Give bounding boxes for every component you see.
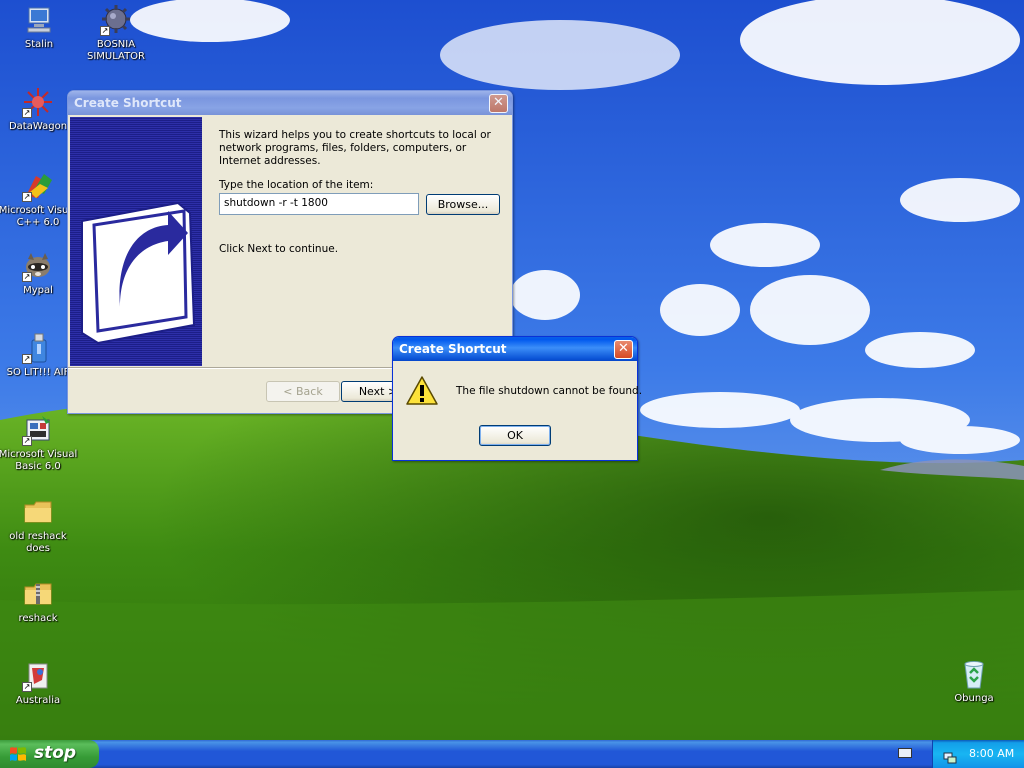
shortcut-arrow-icon: ↗ [22, 436, 32, 446]
item-location-input[interactable]: shutdown -r -t 1800 [219, 193, 419, 215]
wizard-location-label: Type the location of the item: [219, 179, 374, 191]
browse-button[interactable]: Browse... [426, 194, 500, 215]
start-label: stop [34, 743, 77, 763]
back-button[interactable]: < Back [266, 381, 340, 402]
wizard-title: Create Shortcut [74, 96, 182, 110]
file-not-found-dialog[interactable]: Create Shortcut ✕ The file shutdown cann… [392, 336, 642, 461]
desktop-icon-label: Microsoft Visual Basic 6.0 [0, 449, 78, 472]
wizard-intro-text: This wizard helps you to create shortcut… [219, 129, 491, 167]
desktop-icon-label: old reshack does [9, 531, 67, 554]
desktop-icon-label: Stalin [24, 39, 54, 50]
system-tray: 8:00 AM [932, 740, 1024, 768]
alert-close-button[interactable]: ✕ [614, 340, 633, 359]
wizard-close-button[interactable]: ✕ [489, 94, 508, 113]
wizard-side-banner [70, 117, 202, 366]
close-icon: ✕ [493, 95, 504, 110]
shortcut-arrow-icon: ↗ [22, 272, 32, 282]
desktop-icon-reshack[interactable]: reshack [0, 578, 78, 625]
desktop-icon-visual-basic[interactable]: ↗ Microsoft Visual Basic 6.0 [0, 414, 78, 473]
desktop-icon-label: BOSNIA SIMULATOR [86, 39, 146, 62]
windows-flag-icon [10, 747, 26, 761]
desktop-icon-stalin[interactable]: Stalin [0, 4, 79, 51]
shortcut-arrow-icon: ↗ [22, 354, 32, 364]
wizard-continue-text: Click Next to continue. [219, 243, 339, 255]
taskbar: stop 8:00 AM [0, 740, 1024, 768]
shortcut-arrow-icon: ↗ [22, 682, 32, 692]
desktop-icon-label: Obunga [954, 693, 994, 704]
desktop-icon-bosnia-simulator[interactable]: ↗ BOSNIA SIMULATOR [76, 4, 156, 63]
desktop-icon-old-reshack-does[interactable]: old reshack does [0, 496, 78, 555]
shortcut-arrow-icon [81, 201, 196, 345]
keyboard-icon[interactable] [898, 748, 912, 758]
shortcut-arrow-icon: ↗ [22, 108, 32, 118]
shortcut-arrow-icon: ↗ [100, 26, 110, 36]
desktop-icon-label: reshack [18, 613, 58, 624]
recycle-bin-icon [958, 658, 990, 690]
warning-icon [406, 376, 438, 405]
network-tray-icon[interactable] [943, 747, 957, 764]
alert-message: The file shutdown cannot be found. [456, 385, 643, 397]
desktop-icon-obunga-recycle-bin[interactable]: Obunga [934, 658, 1014, 705]
desktop-icon-label: Australia [15, 695, 61, 706]
close-icon: ✕ [618, 341, 629, 356]
network-computer-icon [23, 4, 55, 36]
wizard-titlebar[interactable]: Create Shortcut ✕ [68, 91, 512, 115]
clock[interactable]: 8:00 AM [969, 740, 1014, 767]
zip-folder-icon [22, 578, 54, 610]
alert-title: Create Shortcut [399, 342, 507, 356]
start-button[interactable]: stop [0, 740, 99, 768]
folder-icon [22, 496, 54, 528]
ok-button[interactable]: OK [479, 425, 551, 446]
desktop-icon-australia[interactable]: ↗ Australia [0, 660, 78, 707]
shortcut-arrow-icon: ↗ [22, 192, 32, 202]
alert-titlebar[interactable]: Create Shortcut ✕ [393, 337, 637, 361]
